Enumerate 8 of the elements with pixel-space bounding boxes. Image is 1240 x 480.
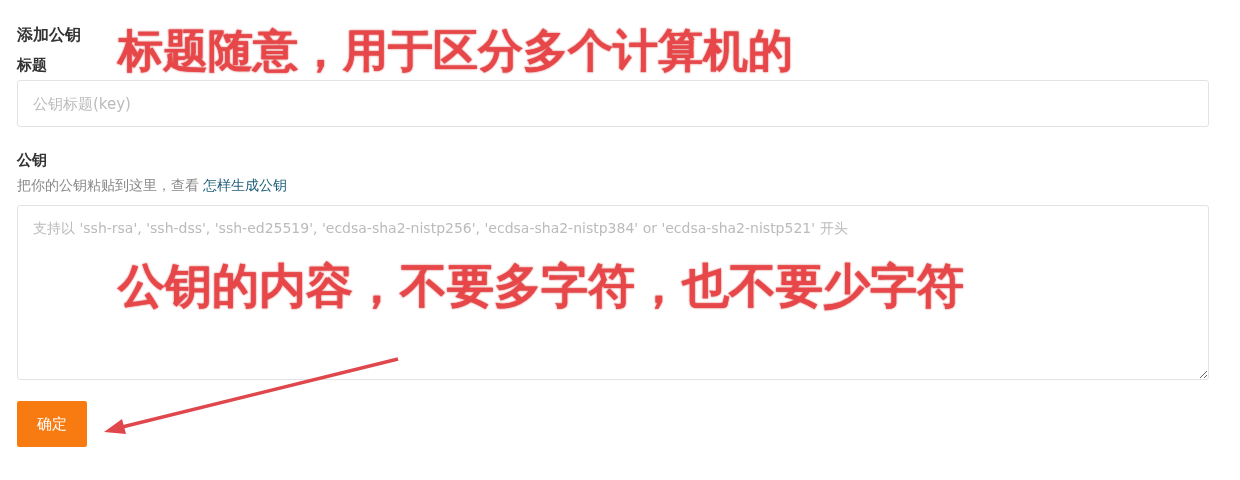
field-label: 公钥 bbox=[17, 150, 47, 171]
help-link[interactable]: 怎样生成公钥 bbox=[203, 177, 288, 193]
hint-text: 把你的公钥粘贴到这里，查看 bbox=[17, 177, 200, 193]
section-heading: 添加公钥 bbox=[17, 24, 81, 46]
annotation-text: 公钥的内容，不要多字符，也不要少字符 bbox=[118, 260, 964, 312]
annotation-text: 标题随意，用于区分多个计算机的 bbox=[118, 26, 793, 76]
title-input-field[interactable]: 公钥标题(key) bbox=[17, 80, 1209, 127]
field-label: 标题 bbox=[17, 55, 47, 76]
